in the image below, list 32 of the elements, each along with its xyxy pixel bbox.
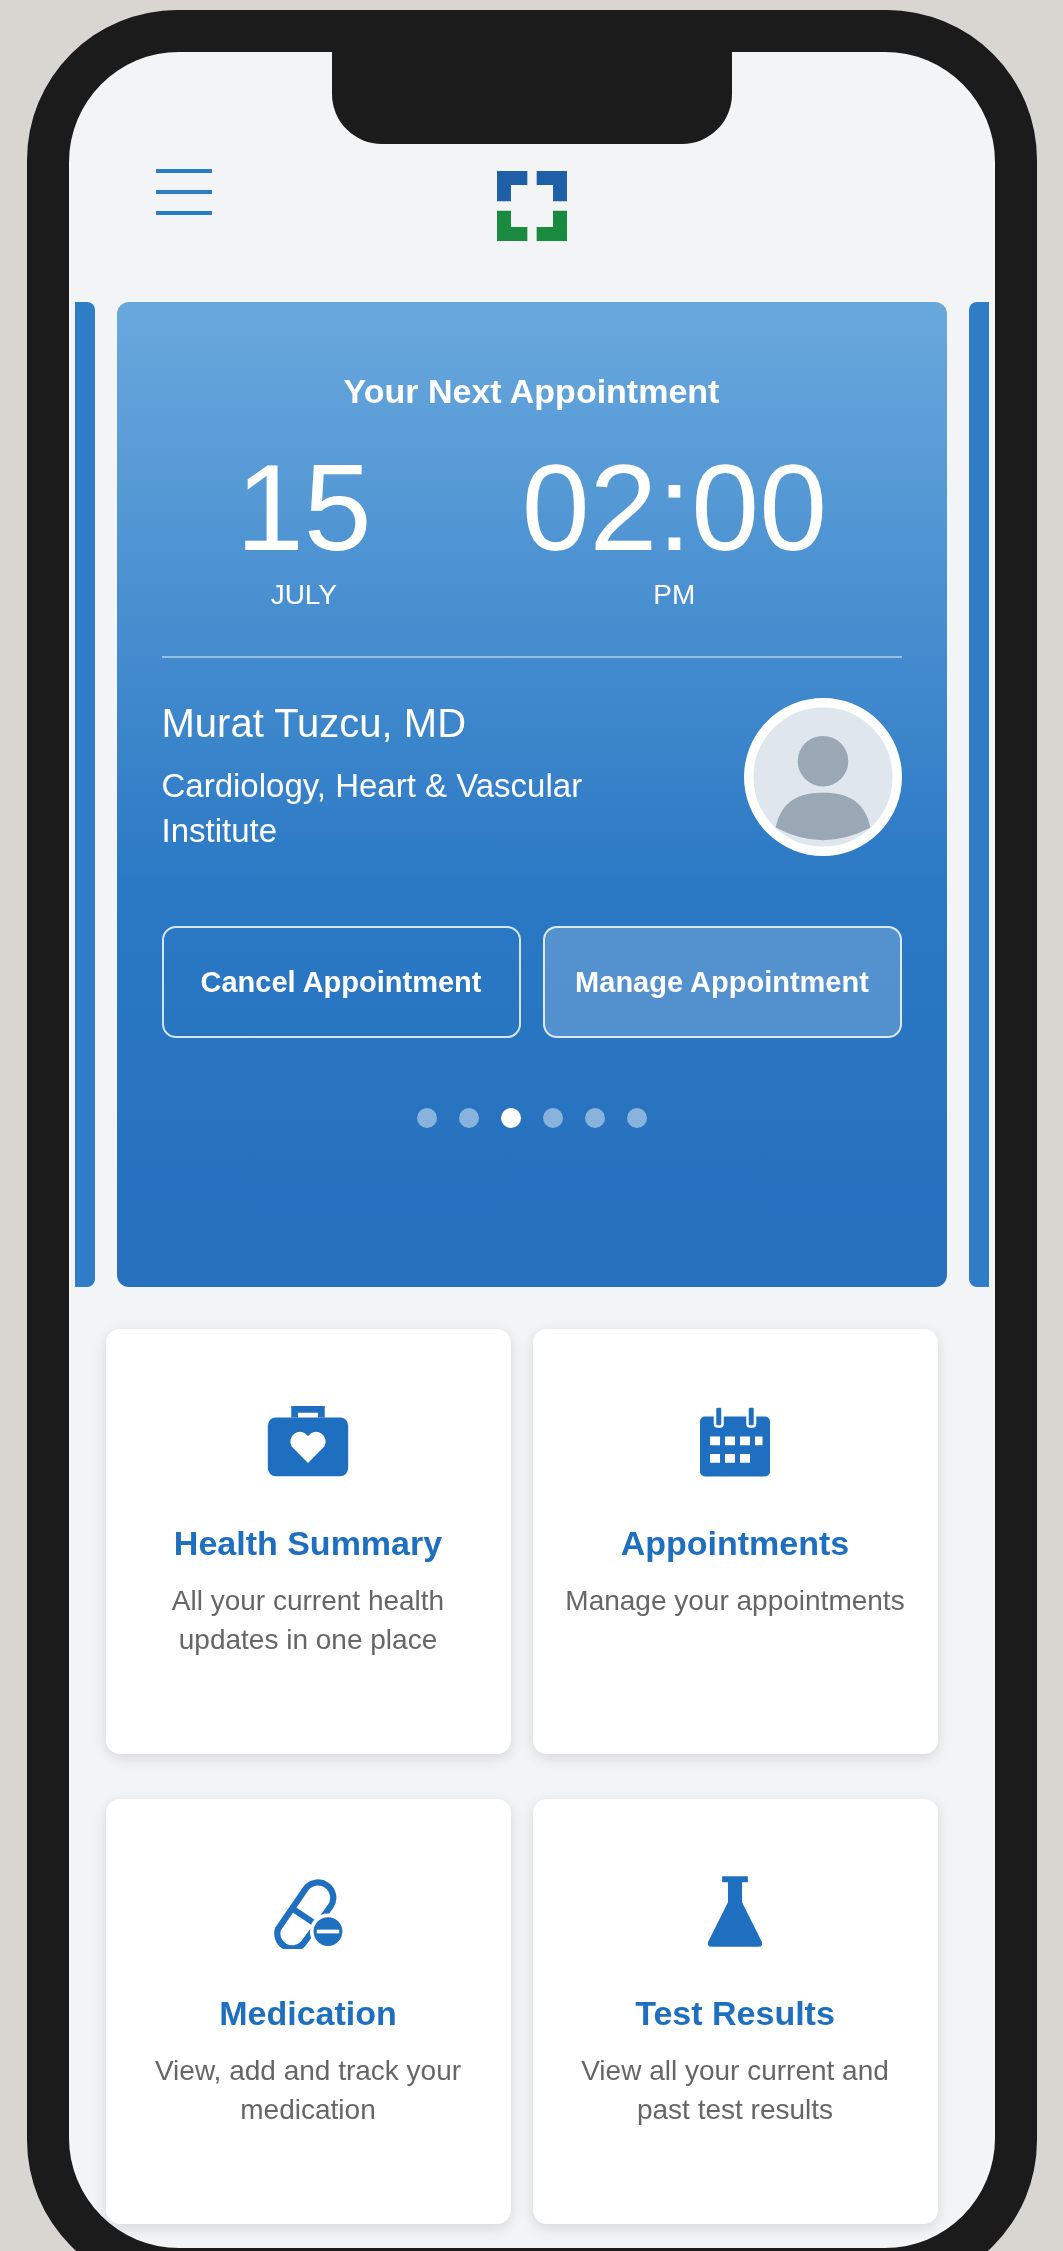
tile-description: All your current health updates in one place xyxy=(170,1584,446,1658)
appointment-month: JULY xyxy=(270,579,338,612)
tile-description: View, add and track your medication xyxy=(153,2054,463,2128)
feature-tile[interactable]: Test Results View all your current and past test results xyxy=(532,1799,938,2224)
side-card[interactable] xyxy=(968,302,989,1287)
pager-dot[interactable] xyxy=(458,1108,479,1129)
avatar-icon xyxy=(743,698,902,857)
doctor-specialty: Cardiology, Heart & Vascular Institute xyxy=(161,766,584,851)
feature-tile[interactable]: Health Summary All your current health updates in one place xyxy=(105,1329,511,1754)
time-period: PM xyxy=(653,579,696,612)
pager-dot[interactable] xyxy=(584,1108,605,1129)
tile-description: Manage your appointments xyxy=(565,1584,905,1618)
pager-dot[interactable] xyxy=(542,1108,563,1129)
menu-icon[interactable] xyxy=(153,167,214,217)
card-title: Your Next Appointment xyxy=(343,372,720,411)
tile-title: Health Summary xyxy=(173,1524,443,1563)
pager-dot[interactable] xyxy=(500,1108,521,1129)
doctor-name: Murat Tuzcu, MD xyxy=(161,701,467,747)
tile-title: Test Results xyxy=(635,1994,835,2033)
tile-title: Appointments xyxy=(620,1524,850,1563)
feature-tile[interactable]: Appointments Manage your appointments xyxy=(532,1329,938,1754)
pager-dot[interactable] xyxy=(626,1108,647,1129)
appointment-time: 02:00 xyxy=(521,441,827,576)
logo-icon xyxy=(496,170,567,242)
appointment-button[interactable]: Manage Appointment xyxy=(542,926,902,1039)
appointment-day: 15 xyxy=(236,441,372,576)
side-card[interactable] xyxy=(74,302,95,1287)
tile-title: Medication xyxy=(219,1994,397,2033)
feature-tile[interactable]: Medication View, add and track your medication xyxy=(105,1799,511,2224)
pager-dot[interactable] xyxy=(416,1108,437,1129)
appointment-button[interactable]: Cancel Appointment xyxy=(161,926,521,1039)
tile-description: View all your current and past test results xyxy=(580,2054,890,2128)
